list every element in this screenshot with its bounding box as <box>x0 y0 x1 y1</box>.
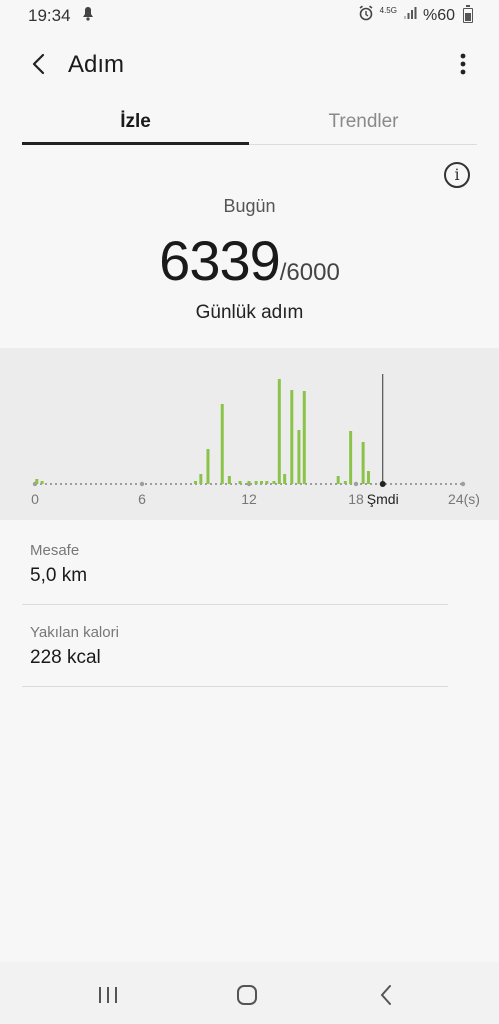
chart-bar <box>35 479 39 484</box>
steps-value: 6339 <box>159 229 281 292</box>
chart-bar <box>238 481 242 484</box>
chart-bar <box>277 379 281 484</box>
steps-caption: Günlük adım <box>195 302 304 323</box>
divider <box>22 604 448 605</box>
signal-icon <box>403 6 417 25</box>
x-tick-label: 6 <box>138 491 146 507</box>
page-title: Adım <box>68 51 125 78</box>
chart-bar <box>199 474 203 484</box>
info-icon[interactable]: i <box>444 162 470 188</box>
tab-bar: İzle Trendler <box>22 100 477 146</box>
home-icon <box>237 985 257 1005</box>
x-tick-dot <box>139 481 145 487</box>
distance-label: Mesafe <box>30 542 80 559</box>
back-arrow-icon <box>32 53 45 75</box>
more-vert-icon <box>460 53 466 75</box>
chart-bar <box>343 481 347 484</box>
back-button[interactable] <box>22 46 58 82</box>
chart-bar <box>290 390 294 484</box>
battery-icon <box>463 5 473 23</box>
chart-bar <box>366 471 370 484</box>
chart-bar <box>283 474 287 484</box>
recent-apps-button[interactable] <box>88 980 128 1010</box>
chart-bar <box>247 481 251 484</box>
chart-bar <box>259 481 263 484</box>
battery-text: %60 <box>422 6 455 24</box>
calories-stat[interactable]: Yakılan kalori 228 kcal <box>30 624 470 669</box>
x-tick-label: 24(s) <box>448 491 480 507</box>
chart-bar <box>206 449 210 484</box>
x-tick-label: 18 <box>348 491 364 507</box>
nav-back-button[interactable] <box>367 980 407 1010</box>
tab-indicator <box>22 142 249 145</box>
calories-value: 228 kcal <box>30 647 101 668</box>
divider <box>22 686 448 687</box>
x-tick-label: 0 <box>31 491 39 507</box>
notification-icon <box>80 5 96 28</box>
chart-bar <box>349 431 353 484</box>
alarm-icon <box>358 5 374 26</box>
calories-label: Yakılan kalori <box>30 624 119 641</box>
chart-bar <box>272 481 276 484</box>
status-time: 19:34 <box>28 6 71 25</box>
chart-bar <box>194 481 197 484</box>
chart-bar <box>265 481 269 484</box>
chart-bar <box>227 476 231 484</box>
network-label: 4.5G <box>379 6 397 15</box>
distance-value: 5,0 km <box>30 565 88 586</box>
chart-bar <box>336 476 340 484</box>
navigation-bar <box>0 962 499 1024</box>
chart-bar <box>297 430 301 484</box>
steps-count: 6339/6000 <box>0 228 499 293</box>
tab-trendler[interactable]: Trendler <box>250 100 477 144</box>
x-tick-dot <box>460 481 466 487</box>
recent-apps-icon <box>99 987 117 1003</box>
chart-bar <box>40 481 44 484</box>
chart-bar <box>254 481 258 484</box>
now-marker-dot <box>379 481 386 487</box>
back-icon <box>380 985 391 1005</box>
tab-izle[interactable]: İzle <box>22 100 249 144</box>
day-label: Bugün <box>223 196 276 216</box>
chart-svg: 0 6 12 18 24(s) Şmdi <box>31 374 480 507</box>
app-header: Adım <box>0 36 499 92</box>
steps-goal: /6000 <box>279 259 340 286</box>
x-tick-dot <box>353 481 359 487</box>
more-options-button[interactable] <box>451 48 475 80</box>
home-button[interactable] <box>227 980 267 1010</box>
distance-stat[interactable]: Mesafe 5,0 km <box>30 542 470 587</box>
status-bar: 19:34 4.5G %60 <box>0 0 499 30</box>
status-icons: 4.5G %60 <box>358 5 473 26</box>
chart-bar <box>361 442 365 484</box>
chart-bar <box>302 391 306 484</box>
x-tick-label: 12 <box>241 491 257 507</box>
chart-bar <box>220 404 224 484</box>
now-label: Şmdi <box>367 491 399 507</box>
hourly-steps-chart[interactable]: 0 6 12 18 24(s) Şmdi <box>0 348 499 520</box>
